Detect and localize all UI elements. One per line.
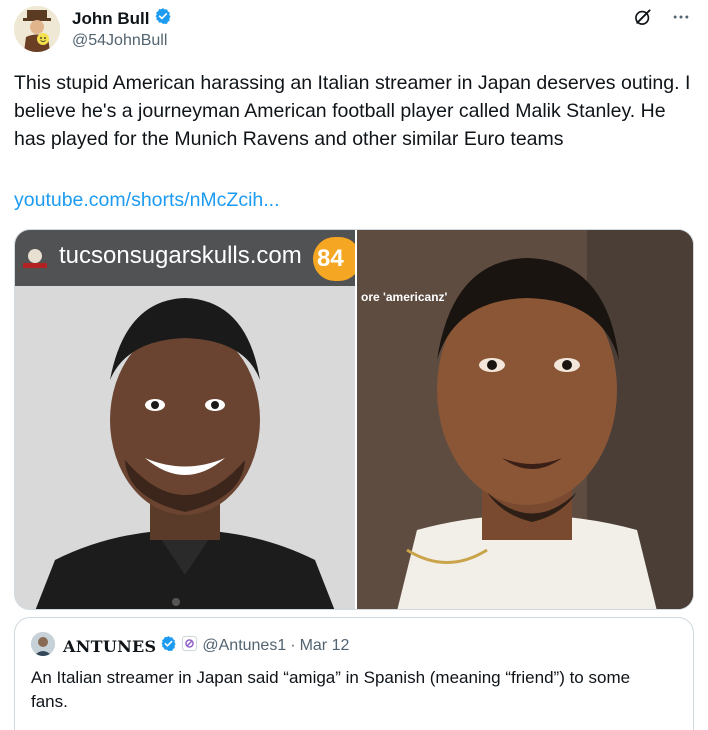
headshot-photo [15, 230, 355, 609]
tweet-actions-top [632, 6, 692, 28]
tweet-link[interactable]: youtube.com/shorts/nMcZcih... [14, 186, 280, 214]
author-handle[interactable]: @54JohnBull [72, 32, 167, 50]
team-logo-icon [19, 246, 51, 270]
verified-badge-icon [154, 7, 172, 30]
verified-badge-icon [160, 635, 177, 657]
quoted-author-row: ANTUNES @Antunes1 · Mar 12 [63, 635, 349, 657]
author-avatar[interactable] [14, 6, 60, 52]
quoted-separator: · [290, 637, 296, 654]
quoted-date[interactable]: Mar 12 [300, 637, 350, 655]
tweet-media[interactable]: tucsonsugarskulls.com 84 ore 'americanz' [14, 229, 694, 610]
media-banner: tucsonsugarskulls.com 84 [15, 230, 355, 286]
avatar-image [14, 6, 60, 52]
video-still-photo [357, 230, 693, 609]
tweet-text: This stupid American harassing an Italia… [14, 72, 691, 150]
grok-icon[interactable] [632, 6, 654, 28]
media-banner-badge: 84 [313, 237, 355, 281]
quoted-display-name[interactable]: ANTUNES [63, 637, 156, 656]
author-display-name[interactable]: John Bull [72, 9, 149, 29]
media-banner-text: tucsonsugarskulls.com [59, 242, 302, 269]
quoted-avatar-image [31, 632, 55, 656]
author-name-row[interactable]: John Bull [72, 7, 172, 30]
quoted-handle[interactable]: @Antunes1 [202, 637, 286, 655]
affiliate-badge-icon [181, 635, 198, 657]
media-caption-overlay: ore 'americanz' [361, 290, 448, 304]
quoted-tweet[interactable]: ANTUNES @Antunes1 · Mar 12 An Italian st… [14, 617, 694, 730]
quoted-text: An Italian streamer in Japan said “amiga… [31, 668, 631, 711]
media-image-right[interactable]: ore 'americanz' [357, 230, 693, 609]
more-icon[interactable] [670, 6, 692, 28]
media-image-left[interactable]: tucsonsugarskulls.com 84 [15, 230, 355, 609]
quoted-author-avatar[interactable] [31, 632, 55, 656]
